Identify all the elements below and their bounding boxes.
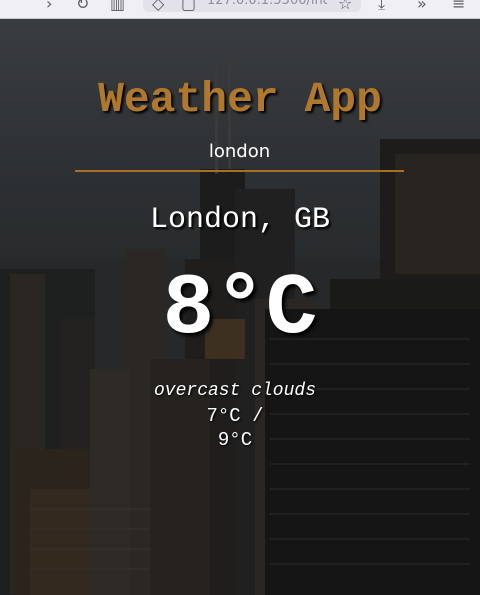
weather-description: overcast clouds xyxy=(153,381,317,401)
menu-icon[interactable]: ≡ xyxy=(452,0,465,14)
lock-icon[interactable]: ▢ xyxy=(181,0,196,14)
extensions-icon[interactable]: ▥ xyxy=(110,0,125,14)
bookmark-star-icon[interactable]: ☆ xyxy=(338,0,352,14)
overflow-chevrons-icon[interactable]: » xyxy=(417,0,427,14)
app-title: Weather App xyxy=(98,75,382,124)
browser-toolbar: › ↻ ▥ ◇ ▢ 127.0.0.1:5500/inde ☆ ⤓ » ≡ xyxy=(0,0,480,19)
temperature-max: 9°C xyxy=(217,429,253,451)
weather-app: Weather App London, GB 8°C overcast clou… xyxy=(0,19,480,595)
forward-icon[interactable]: › xyxy=(46,0,52,14)
address-url[interactable]: 127.0.0.1:5500/inde xyxy=(207,0,327,8)
shield-icon[interactable]: ◇ xyxy=(152,0,164,14)
reload-icon[interactable]: ↻ xyxy=(76,0,89,14)
temperature-range: 7°C / 9°C xyxy=(0,404,470,452)
city-search-input[interactable] xyxy=(75,133,404,172)
temperature-min: 7°C / xyxy=(206,405,264,427)
save-icon[interactable]: ⤓ xyxy=(378,0,385,14)
location-label: London, GB xyxy=(149,203,331,237)
current-temperature: 8°C xyxy=(162,260,318,358)
